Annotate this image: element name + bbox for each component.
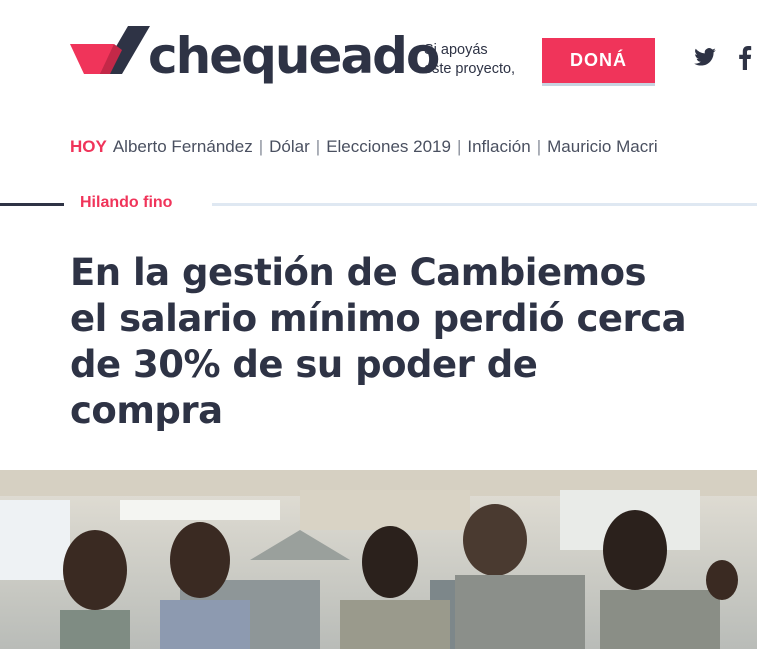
- section-label[interactable]: Hilando fino: [80, 194, 172, 212]
- separator: |: [258, 137, 264, 156]
- donate-button[interactable]: DONÁ: [542, 38, 655, 83]
- trending-link[interactable]: Inflación: [467, 137, 530, 156]
- support-line-2: este proyecto,: [424, 61, 516, 77]
- section-divider-right: [212, 203, 757, 206]
- support-line-1: Si apoyás: [424, 42, 488, 58]
- twitter-icon[interactable]: [694, 48, 716, 66]
- trending-bar: HOY Alberto Fernández | Dólar | Elecciones 20…: [70, 137, 658, 157]
- facebook-icon[interactable]: [738, 46, 752, 70]
- trending-link[interactable]: Alberto Fernández: [113, 137, 253, 156]
- section-divider-left: [0, 203, 64, 206]
- today-label: HOY: [70, 137, 107, 156]
- logo-mark-icon: [70, 26, 150, 74]
- trending-link[interactable]: Elecciones 2019: [326, 137, 451, 156]
- support-text: Si apoyás este proyecto,: [424, 41, 515, 79]
- trending-link[interactable]: Dólar: [269, 137, 310, 156]
- separator: |: [456, 137, 462, 156]
- chequeado-logo[interactable]: chequeado: [70, 26, 440, 90]
- separator: |: [536, 137, 542, 156]
- logo-text: chequeado: [148, 27, 440, 85]
- article-title: En la gestión de Cambiemos el salario mí…: [70, 251, 687, 432]
- workshop-photo-image: [0, 470, 757, 649]
- trending-link[interactable]: Mauricio Macri: [547, 137, 658, 156]
- article-photo: [0, 470, 757, 649]
- section-header: Hilando fino: [0, 190, 757, 218]
- separator: |: [315, 137, 321, 156]
